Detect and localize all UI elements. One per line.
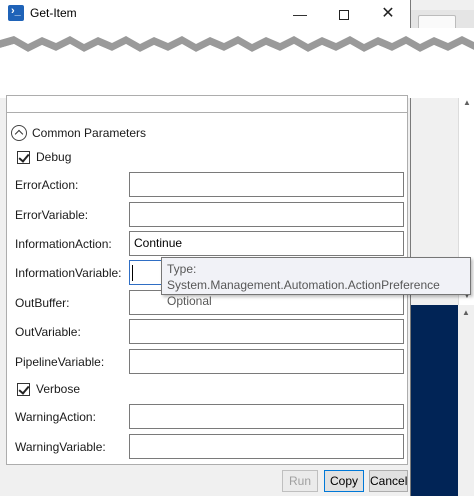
copy-button[interactable]: Copy — [324, 470, 364, 492]
previous-section — [7, 96, 407, 113]
window-title: Get-Item — [30, 6, 77, 20]
warningvariable-label: WarningVariable: — [15, 440, 106, 454]
common-parameters-header[interactable]: Common Parameters — [11, 124, 146, 142]
scroll-up-icon[interactable]: ▲ — [463, 98, 471, 107]
warningvariable-input[interactable] — [129, 434, 404, 459]
errorvariable-input[interactable] — [129, 202, 404, 227]
warningaction-label: WarningAction: — [15, 410, 96, 424]
informationaction-label: InformationAction: — [15, 237, 112, 251]
console-scrollbar[interactable]: ▲ — [458, 305, 474, 496]
maximize-icon — [339, 10, 349, 21]
run-button[interactable]: Run — [282, 470, 318, 492]
maximize-button[interactable] — [322, 2, 366, 26]
outvariable-label: OutVariable: — [15, 325, 81, 339]
close-button[interactable]: ✕ — [366, 2, 410, 26]
tooltip-optional-line: Optional — [167, 294, 212, 308]
verbose-checkbox-row[interactable]: Verbose — [17, 381, 80, 397]
outvariable-input[interactable] — [129, 319, 404, 344]
verbose-label: Verbose — [36, 382, 81, 396]
powershell-icon: ›_ — [8, 5, 24, 21]
debug-checkbox-row[interactable]: Debug — [17, 149, 71, 165]
warningaction-input[interactable] — [129, 404, 404, 429]
informationvariable-label: InformationVariable: — [15, 266, 122, 280]
erroraction-label: ErrorAction: — [15, 178, 79, 192]
get-item-dialog: ›_ Get-Item — ✕ Common Parameters Debug … — [0, 0, 474, 496]
informationaction-input[interactable]: Continue — [129, 231, 404, 256]
text-caret — [132, 265, 133, 281]
verbose-checkbox[interactable] — [17, 382, 30, 396]
debug-label: Debug — [36, 150, 72, 164]
erroraction-input[interactable] — [129, 172, 404, 197]
cancel-button[interactable]: Cancel — [369, 470, 408, 492]
title-bar[interactable]: ›_ Get-Item — ✕ — [0, 0, 410, 28]
pipelinevariable-label: PipelineVariable: — [15, 355, 105, 369]
outbuffer-label: OutBuffer: — [15, 296, 70, 310]
errorvariable-label: ErrorVariable: — [15, 208, 89, 222]
collapse-chevron-icon[interactable] — [11, 125, 27, 141]
debug-checkbox[interactable] — [17, 150, 30, 164]
parameter-tooltip: Type: System.Management.Automation.Actio… — [161, 257, 471, 308]
scroll-up-icon[interactable]: ▲ — [462, 308, 470, 317]
pipelinevariable-input[interactable] — [129, 349, 404, 374]
minimize-button[interactable]: — — [278, 2, 322, 26]
tooltip-type-line: Type: System.Management.Automation.Actio… — [167, 262, 440, 292]
torn-edge — [0, 28, 474, 54]
group-title: Common Parameters — [32, 126, 147, 140]
